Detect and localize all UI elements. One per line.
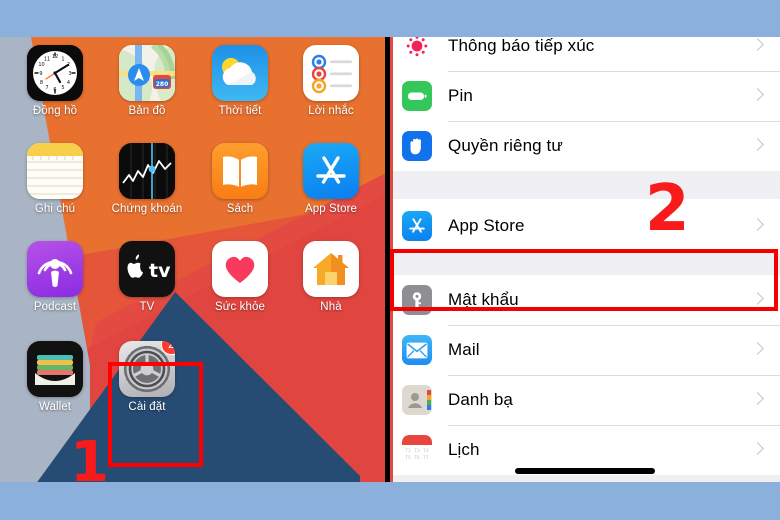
settings-row-label: Thông báo tiếp xúc — [448, 37, 595, 55]
app-label: Sách — [226, 203, 254, 215]
app-icon-thoi-tiet[interactable]: Thời tiết — [197, 45, 283, 117]
appstore-icon — [402, 211, 432, 241]
settings-row-label: Pin — [448, 86, 473, 105]
chevron-right-icon — [753, 40, 764, 51]
appletv-icon: tv — [119, 241, 175, 297]
svg-text:T3: T3 — [413, 448, 420, 454]
chevron-right-icon — [753, 344, 764, 355]
app-icon-sach[interactable]: Sách — [197, 143, 283, 215]
podcasts-icon — [27, 241, 83, 297]
app-icon-ban-do[interactable]: 280 Bản đồ — [104, 45, 190, 117]
svg-text:T2: T2 — [404, 448, 411, 454]
settings-group-2: App Store — [390, 199, 780, 253]
settings-row-exposure-notification[interactable]: Thông báo tiếp xúc — [390, 37, 780, 71]
contacts-icon — [402, 385, 432, 415]
svg-text:T6: T6 — [413, 455, 420, 461]
settings-row-mail[interactable]: Mail — [390, 325, 780, 375]
screenshot-root: 123 69 12 45 78 1011 — [0, 0, 780, 520]
home-icon — [303, 241, 359, 297]
highlight-box-settings — [108, 362, 203, 467]
svg-text:5: 5 — [61, 85, 64, 91]
settings-group-1: Thông báo tiếp xúc Pin Quyền riêng tư — [390, 37, 780, 171]
ios-settings-list: Thông báo tiếp xúc Pin Quyền riêng tư Ap… — [390, 37, 780, 482]
mail-icon — [402, 335, 432, 365]
svg-text:9: 9 — [39, 71, 42, 77]
exposure-notification-icon — [402, 37, 432, 61]
app-label: Ghi chú — [34, 203, 76, 215]
chevron-right-icon — [753, 140, 764, 151]
device-frame: 123 69 12 45 78 1011 — [0, 37, 780, 482]
app-icon-suc-khoe[interactable]: Sức khỏe — [197, 241, 283, 313]
svg-text:1: 1 — [61, 57, 64, 63]
books-icon — [212, 143, 268, 199]
weather-icon — [212, 45, 268, 101]
svg-text:tv: tv — [149, 260, 171, 282]
wallet-icon — [27, 341, 83, 397]
battery-icon — [402, 81, 432, 111]
svg-text:12: 12 — [52, 54, 58, 60]
app-label: Bản đồ — [128, 105, 166, 117]
app-label: Sức khỏe — [214, 301, 266, 313]
settings-row-privacy[interactable]: Quyền riêng tư — [390, 121, 780, 171]
svg-text:6: 6 — [53, 87, 56, 93]
settings-row-pin[interactable]: Pin — [390, 71, 780, 121]
svg-text:T5: T5 — [404, 455, 411, 461]
app-icon-app-store[interactable]: App Store — [288, 143, 374, 215]
clock-icon: 123 69 12 45 78 1011 — [27, 45, 83, 101]
appstore-icon — [303, 143, 359, 199]
step-marker-1: 1 — [70, 430, 109, 483]
app-label: App Store — [304, 203, 358, 215]
iphone-home-screen: 123 69 12 45 78 1011 — [0, 37, 385, 482]
calendar-icon: T2 T3 T4 T5 T6 T7 — [402, 435, 432, 465]
svg-text:7: 7 — [45, 85, 48, 91]
app-label: Thời tiết — [218, 105, 262, 117]
app-icon-wallet[interactable]: Wallet — [12, 341, 98, 413]
chevron-right-icon — [753, 444, 764, 455]
privacy-hand-icon — [402, 131, 432, 161]
app-label: Chứng khoán — [111, 203, 183, 215]
settings-row-label: Danh bạ — [448, 390, 513, 409]
app-icon-nha[interactable]: Nhà — [288, 241, 374, 313]
app-icon-dong-ho[interactable]: 123 69 12 45 78 1011 — [12, 45, 98, 117]
svg-text:11: 11 — [44, 57, 50, 63]
settings-row-label: Lịch — [448, 440, 480, 459]
settings-row-app-store[interactable]: App Store — [390, 199, 780, 253]
settings-row-contacts[interactable]: Danh bạ — [390, 375, 780, 425]
svg-text:3: 3 — [68, 71, 71, 77]
svg-text:4: 4 — [67, 80, 70, 86]
settings-section-gap — [390, 171, 780, 199]
app-label: TV — [139, 301, 155, 313]
app-icon-loi-nhac[interactable]: Lời nhắc — [288, 45, 374, 117]
app-icon-podcast[interactable]: Podcast — [12, 241, 98, 313]
notes-icon — [27, 143, 83, 199]
chevron-right-icon — [753, 220, 764, 231]
app-label: Lời nhắc — [308, 105, 354, 117]
svg-text:8: 8 — [40, 80, 43, 86]
app-label: Wallet — [38, 401, 72, 413]
app-label: Đồng hồ — [32, 105, 78, 117]
reminders-icon — [303, 45, 359, 101]
app-icon-ghi-chu[interactable]: Ghi chú — [12, 143, 98, 215]
app-icon-tv[interactable]: tv TV — [104, 241, 190, 313]
svg-text:T4: T4 — [422, 448, 429, 454]
step-marker-2: 2 — [645, 172, 690, 246]
app-icon-chung-khoan[interactable]: Chứng khoán — [104, 143, 190, 215]
settings-row-label: Quyền riêng tư — [448, 136, 563, 155]
maps-icon: 280 — [119, 45, 175, 101]
settings-row-label: Mail — [448, 340, 480, 359]
health-icon — [212, 241, 268, 297]
chevron-right-icon — [753, 90, 764, 101]
app-label: Nhà — [320, 301, 342, 313]
stocks-icon — [119, 143, 175, 199]
chevron-right-icon — [753, 394, 764, 405]
svg-text:10: 10 — [38, 62, 44, 68]
svg-text:280: 280 — [156, 81, 169, 88]
svg-text:T7: T7 — [422, 455, 429, 461]
home-indicator[interactable] — [515, 468, 655, 474]
app-label: Podcast — [33, 301, 77, 313]
settings-row-label: App Store — [448, 216, 525, 235]
highlight-box-app-store — [390, 249, 778, 311]
